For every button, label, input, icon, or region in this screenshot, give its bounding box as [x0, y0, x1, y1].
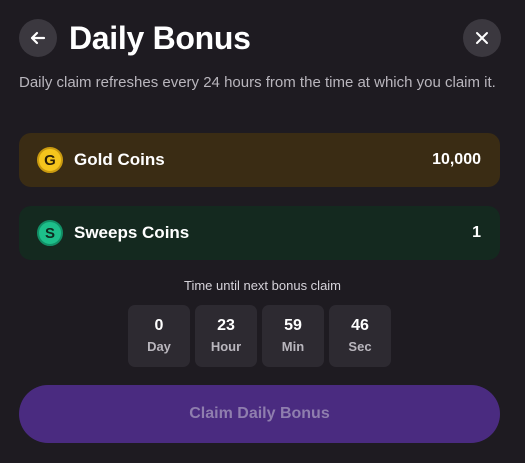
gold-coins-label: Gold Coins	[74, 150, 165, 169]
timer-label: Time until next bonus claim	[183, 278, 342, 293]
close-icon	[476, 32, 488, 44]
timer-sec-unit: Sec	[348, 339, 372, 354]
timer-cell-min: 59 Min	[262, 305, 324, 367]
timer-day-unit: Day	[147, 339, 171, 354]
gold-coins-value: 10,000	[432, 151, 481, 168]
bonus-description: Daily claim refreshes every 24 hours fro…	[19, 74, 496, 91]
back-button[interactable]	[19, 19, 57, 57]
sweeps-coin-icon: S	[37, 220, 63, 246]
timer-hour-unit: Hour	[210, 339, 242, 354]
timer-min-value: 59	[284, 317, 302, 334]
daily-bonus-modal: Daily Bonus Daily claim refreshes every …	[0, 0, 525, 463]
page-title: Daily Bonus	[69, 20, 251, 56]
arrow-left-icon	[30, 31, 46, 45]
timer-day-value: 0	[154, 317, 164, 334]
timer-cell-day: 0 Day	[128, 305, 190, 367]
gold-coin-icon: G	[37, 147, 63, 173]
sweeps-coins-label: Sweeps Coins	[74, 223, 190, 242]
timer-min-unit: Min	[281, 339, 305, 354]
countdown-timer: 0 Day 23 Hour 59 Min 46 Sec	[128, 305, 391, 367]
gold-coins-row: G Gold Coins 10,000	[19, 133, 500, 187]
timer-sec-value: 46	[351, 317, 369, 334]
timer-cell-hour: 23 Hour	[195, 305, 257, 367]
sweeps-coins-value: 1	[472, 224, 481, 241]
timer-cell-sec: 46 Sec	[329, 305, 391, 367]
claim-daily-bonus-button[interactable]: Claim Daily Bonus	[19, 385, 500, 443]
sweeps-coins-row: S Sweeps Coins 1	[19, 206, 500, 260]
close-button[interactable]	[463, 19, 501, 57]
timer-hour-value: 23	[217, 317, 235, 334]
